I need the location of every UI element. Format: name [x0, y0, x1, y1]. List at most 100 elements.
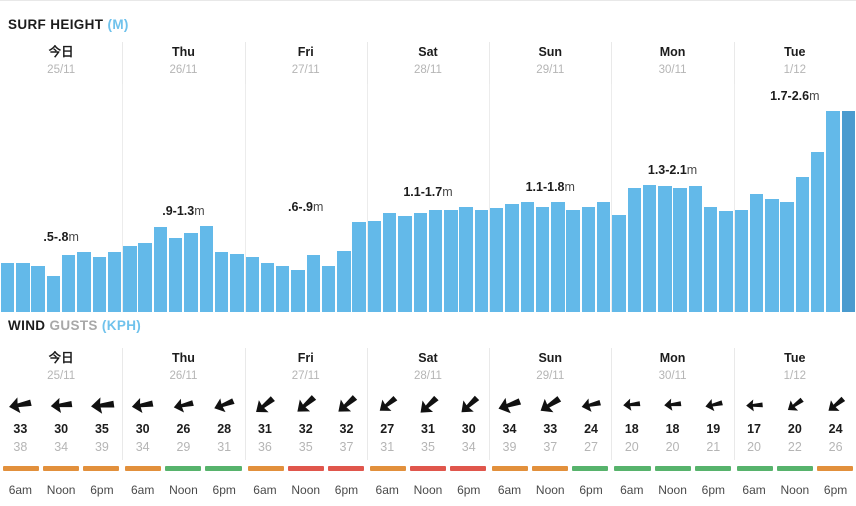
bar-slot[interactable]: [810, 84, 825, 312]
bar-slot[interactable]: [306, 84, 321, 312]
bar-slot[interactable]: [0, 84, 15, 312]
bar-slot[interactable]: [336, 84, 351, 312]
wind-day-cell-26-11[interactable]: Thu 26/11: [122, 348, 244, 390]
bar-slot[interactable]: [214, 84, 229, 312]
bar-slot[interactable]: [627, 84, 642, 312]
wind-gust-value: 37: [543, 440, 558, 454]
bar-slot[interactable]: [795, 84, 810, 312]
chart-day-30-11[interactable]: 1.3-2.1m: [611, 84, 733, 312]
bar-slot[interactable]: [535, 84, 550, 312]
bar-slot[interactable]: [688, 84, 703, 312]
bar-slot[interactable]: [290, 84, 305, 312]
bar-slot[interactable]: [566, 84, 581, 312]
surf-bar: [199, 225, 214, 312]
wind-cell[interactable]: 26 29: [163, 390, 204, 460]
chart-day-25-11[interactable]: .5-.8m: [0, 84, 122, 312]
wind-gust-value: 38: [13, 440, 28, 454]
wind-cell[interactable]: 30 34: [448, 390, 489, 460]
bar-slot[interactable]: [245, 84, 260, 312]
wind-cell[interactable]: 28 31: [204, 390, 245, 460]
chart-day-29-11[interactable]: 1.1-1.8m: [489, 84, 611, 312]
bar-slot[interactable]: [15, 84, 30, 312]
surf-day-cell-25-11[interactable]: 今日 25/11: [0, 42, 122, 84]
bar-slot[interactable]: [459, 84, 474, 312]
bar-slot[interactable]: [61, 84, 76, 312]
chart-day-1-12[interactable]: 1.7-2.6m: [733, 84, 856, 312]
chart-day-26-11[interactable]: .9-1.3m: [122, 84, 244, 312]
bar-slot[interactable]: [92, 84, 107, 312]
bar-slot[interactable]: [673, 84, 688, 312]
wind-cell[interactable]: 33 38: [0, 390, 41, 460]
bar-slot[interactable]: [260, 84, 275, 312]
wind-cell[interactable]: 18 20: [652, 390, 693, 460]
bar-slot[interactable]: [764, 84, 779, 312]
bar-slot[interactable]: [657, 84, 672, 312]
bar-slot[interactable]: [183, 84, 198, 312]
bar-slot[interactable]: [107, 84, 122, 312]
chart-day-27-11[interactable]: .6-.9m: [244, 84, 367, 312]
condition-day-26-11: [122, 466, 244, 474]
bar-slot[interactable]: [520, 84, 535, 312]
bar-slot[interactable]: [46, 84, 61, 312]
surf-day-cell-26-11[interactable]: Thu 26/11: [122, 42, 244, 84]
wind-cell[interactable]: 30 34: [122, 390, 163, 460]
wind-cell[interactable]: 32 37: [326, 390, 367, 460]
wind-cell[interactable]: 34 39: [489, 390, 530, 460]
bar-slot[interactable]: [474, 84, 489, 312]
wind-day-cell-25-11[interactable]: 今日 25/11: [0, 348, 122, 390]
wind-cell[interactable]: 20 22: [774, 390, 815, 460]
wind-day-cell-29-11[interactable]: Sun 29/11: [489, 348, 611, 390]
bar-slot[interactable]: [841, 84, 856, 312]
bar-slot[interactable]: [321, 84, 336, 312]
bar-slot[interactable]: [229, 84, 244, 312]
surf-day-cell-29-11[interactable]: Sun 29/11: [489, 42, 611, 84]
surf-day-cell-27-11[interactable]: Fri 27/11: [244, 42, 367, 84]
bar-slot[interactable]: [275, 84, 290, 312]
bar-slot[interactable]: [31, 84, 46, 312]
bar-slot[interactable]: [76, 84, 91, 312]
bar-slot[interactable]: [352, 84, 367, 312]
wind-cell[interactable]: 18 20: [611, 390, 652, 460]
bar-slot[interactable]: [138, 84, 153, 312]
bar-slot[interactable]: [596, 84, 611, 312]
wind-day-cell-27-11[interactable]: Fri 27/11: [244, 348, 367, 390]
bar-slot[interactable]: [749, 84, 764, 312]
wind-day-cell-28-11[interactable]: Sat 28/11: [366, 348, 489, 390]
bar-slot[interactable]: [489, 84, 504, 312]
bar-slot[interactable]: [168, 84, 183, 312]
wind-cell[interactable]: 17 20: [734, 390, 775, 460]
wind-day-cell-30-11[interactable]: Mon 30/11: [611, 348, 733, 390]
bar-slot[interactable]: [703, 84, 718, 312]
wind-cell[interactable]: 24 27: [571, 390, 612, 460]
time-label: 6pm: [701, 483, 725, 497]
bar-slot[interactable]: [581, 84, 596, 312]
wind-cell[interactable]: 30 34: [41, 390, 82, 460]
chart-day-28-11[interactable]: 1.1-1.7m: [366, 84, 489, 312]
wind-cell[interactable]: 32 35: [285, 390, 326, 460]
wind-cell[interactable]: 27 31: [367, 390, 408, 460]
bar-slot[interactable]: [382, 84, 397, 312]
surf-day-cell-1-12[interactable]: Tue 1/12: [733, 42, 856, 84]
wind-cell[interactable]: 31 35: [408, 390, 449, 460]
bar-slot[interactable]: [367, 84, 382, 312]
bar-slot[interactable]: [504, 84, 519, 312]
bar-slot[interactable]: [122, 84, 137, 312]
time-label: 6pm: [823, 483, 848, 497]
wind-cell[interactable]: 31 36: [245, 390, 286, 460]
surf-day-cell-30-11[interactable]: Mon 30/11: [611, 42, 733, 84]
wind-cell[interactable]: 24 26: [815, 390, 856, 460]
bar-slot[interactable]: [199, 84, 214, 312]
bar-slot[interactable]: [611, 84, 626, 312]
surf-day-cell-28-11[interactable]: Sat 28/11: [366, 42, 489, 84]
wind-day-cell-1-12[interactable]: Tue 1/12: [733, 348, 856, 390]
wind-cell[interactable]: 19 21: [693, 390, 734, 460]
bar-slot[interactable]: [642, 84, 657, 312]
bar-slot[interactable]: [780, 84, 795, 312]
bar-slot[interactable]: [734, 84, 749, 312]
bar-slot[interactable]: [825, 84, 840, 312]
bar-slot[interactable]: [550, 84, 565, 312]
bar-slot[interactable]: [153, 84, 168, 312]
bar-slot[interactable]: [718, 84, 733, 312]
wind-cell[interactable]: 33 37: [530, 390, 571, 460]
wind-cell[interactable]: 35 39: [82, 390, 123, 460]
